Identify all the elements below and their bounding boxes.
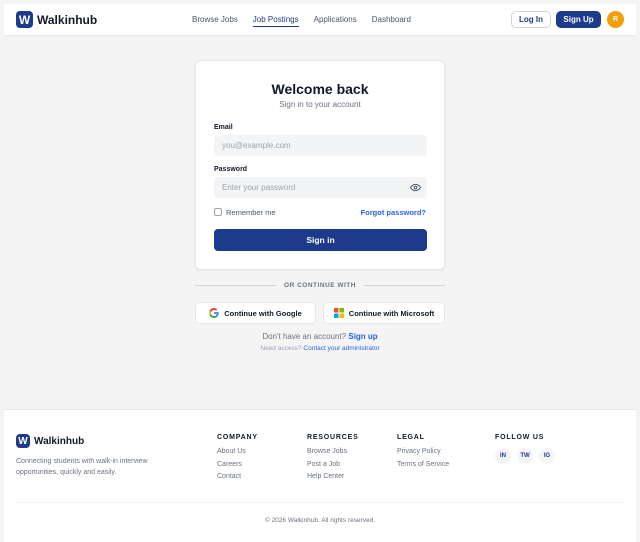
copyright-text: © 2026 Walkinhub. All rights reserved.	[264, 517, 376, 524]
footer-link-about[interactable]: About Us	[217, 448, 258, 455]
footer-link-careers[interactable]: Careers	[217, 461, 258, 468]
email-field[interactable]: you@example.com	[214, 135, 427, 156]
instagram-icon[interactable]: IG	[539, 448, 555, 464]
footer-legal-heading: LEGAL	[397, 434, 425, 441]
brand-name: Walkinhub	[37, 12, 98, 27]
divider-line-left	[195, 285, 277, 286]
eye-icon[interactable]	[410, 182, 421, 193]
footer-follow-heading: FOLLOW US	[495, 434, 545, 441]
login-card: Welcome back Sign in to your account Ema…	[195, 60, 445, 270]
footer-brand-name: Walkinhub	[34, 435, 85, 447]
google-icon	[209, 308, 219, 318]
contact-admin-link[interactable]: Contact your administrator	[303, 345, 379, 352]
nav-job-postings[interactable]: Job Postings	[252, 15, 299, 27]
sign-in-button[interactable]: Sign in	[214, 229, 427, 251]
signup-link[interactable]: Sign up	[348, 332, 377, 341]
footer-link-post-job[interactable]: Post a Job	[307, 461, 359, 468]
google-button[interactable]: Continue with Google	[195, 302, 316, 324]
footer-company-column: COMPANY About Us Careers Contact	[217, 434, 258, 486]
footer-link-privacy[interactable]: Privacy Policy	[397, 448, 449, 455]
signup-button[interactable]: Sign Up	[556, 11, 601, 28]
login-subtitle: Sign in to your account	[279, 100, 361, 109]
footer-resources-column: RESOURCES Browse Jobs Post a Job Help Ce…	[307, 434, 359, 486]
signup-prompt: Don't have an account? Sign up	[0, 332, 640, 341]
password-label: Password	[214, 166, 248, 173]
google-button-label: Continue with Google	[224, 308, 302, 318]
footer-follow-column: FOLLOW US IN TW IG	[495, 434, 561, 464]
brand-logo[interactable]: W Walkinhub	[16, 11, 97, 28]
top-nav-bar: W Walkinhub Browse Jobs Job Postings App…	[4, 4, 636, 36]
nav-dashboard[interactable]: Dashboard	[372, 15, 411, 27]
logo-mark-icon: W	[16, 11, 33, 28]
microsoft-button-label: Continue with Microsoft	[348, 308, 435, 318]
footer-resources-heading: RESOURCES	[307, 434, 359, 441]
footer-logo[interactable]: W Walkinhub	[16, 434, 84, 448]
login-title: Welcome back	[271, 81, 369, 97]
footer-description: Connecting students with walk-in intervi…	[16, 458, 148, 476]
access-prompt-text: Need access?	[260, 345, 302, 352]
divider-line-right	[363, 285, 446, 286]
microsoft-button[interactable]: Continue with Microsoft	[323, 302, 445, 324]
footer-link-help[interactable]: Help Center	[307, 473, 359, 480]
microsoft-icon	[333, 308, 344, 318]
footer-link-contact[interactable]: Contact	[217, 473, 258, 480]
linkedin-icon[interactable]: IN	[495, 448, 511, 464]
twitter-icon[interactable]: TW	[517, 448, 533, 464]
footer-link-terms[interactable]: Terms of Service	[397, 461, 449, 468]
access-prompt: Need access? Contact your administrator	[0, 345, 640, 352]
forgot-password-link[interactable]: Forgot password?	[361, 208, 426, 217]
site-footer: W Walkinhub Connecting students with wal…	[4, 409, 636, 542]
main-nav: Browse Jobs Job Postings Applications Da…	[192, 15, 426, 27]
footer-link-browse-jobs[interactable]: Browse Jobs	[307, 448, 359, 455]
signup-prompt-text: Don't have an account?	[262, 332, 347, 341]
user-avatar[interactable]: R	[607, 11, 624, 28]
email-label: Email	[214, 124, 233, 131]
remember-checkbox[interactable]	[214, 208, 222, 216]
remember-label: Remember me	[226, 208, 276, 217]
nav-applications[interactable]: Applications	[314, 15, 357, 27]
footer-logo-mark-icon: W	[16, 434, 30, 448]
footer-legal-column: LEGAL Privacy Policy Terms of Service	[397, 434, 449, 473]
login-button[interactable]: Log In	[511, 11, 551, 28]
divider-text: OR CONTINUE WITH	[284, 282, 356, 289]
or-divider: OR CONTINUE WITH	[195, 282, 446, 289]
footer-divider	[16, 502, 624, 503]
footer-company-heading: COMPANY	[217, 434, 258, 441]
password-field[interactable]: Enter your password	[214, 177, 427, 198]
nav-browse-jobs[interactable]: Browse Jobs	[192, 15, 238, 27]
email-placeholder: you@example.com	[222, 141, 291, 150]
password-placeholder: Enter your password	[222, 183, 296, 192]
social-links: IN TW IG	[495, 448, 561, 464]
